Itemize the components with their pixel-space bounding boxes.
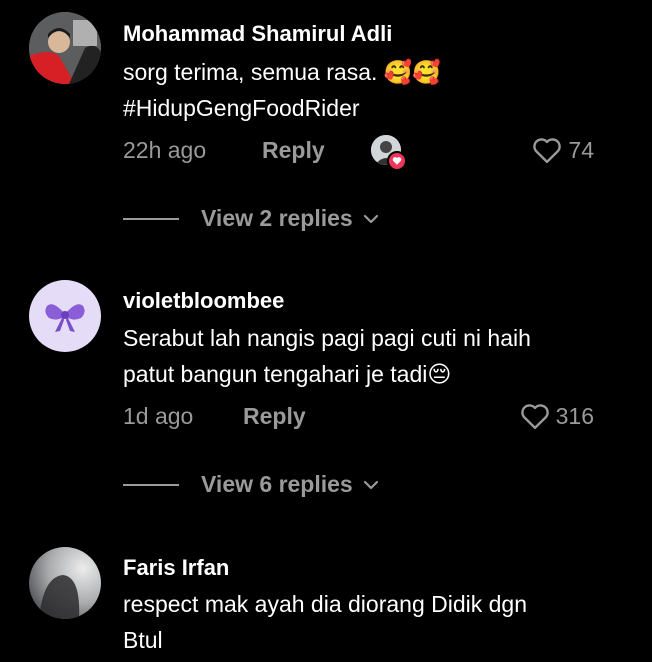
comment-timestamp: 22h ago xyxy=(123,137,207,163)
view-replies-button[interactable]: View 2 replies xyxy=(123,205,379,232)
heart-outline-icon xyxy=(520,404,549,430)
reply-button[interactable]: Reply xyxy=(243,403,306,430)
chevron-down-icon xyxy=(363,214,378,223)
view-replies-label: View 2 replies xyxy=(201,205,353,231)
reply-button[interactable]: Reply xyxy=(262,137,325,164)
like-button[interactable]: 74 xyxy=(532,136,594,164)
view-replies-button[interactable]: View 6 replies xyxy=(123,471,379,498)
comment-item: Faris Irfan respect mak ayah dia diorang… xyxy=(0,540,652,662)
heart-outline-icon xyxy=(533,138,562,164)
divider-line xyxy=(123,217,179,220)
view-replies-label: View 6 replies xyxy=(201,471,353,497)
comment-item: violetbloombee Serabut lah nangis pagi p… xyxy=(0,270,652,520)
purple-bow-emoji xyxy=(45,304,85,332)
like-count: 74 xyxy=(568,136,594,163)
comment-text-line: Btul xyxy=(123,627,163,653)
comment-text-line: respect mak ayah dia diorang Didik dgn xyxy=(123,591,528,617)
like-count: 316 xyxy=(555,402,594,429)
comment-text-line: patut bangun tengahari je tadi😔 xyxy=(123,361,452,387)
comment-text: Serabut lah nangis pagi pagi cuti ni hai… xyxy=(123,320,623,392)
chevron-down-icon xyxy=(363,480,378,489)
comment-text-line: sorg terima, semua rasa. 🥰🥰 xyxy=(123,59,442,85)
comment-author[interactable]: Faris Irfan xyxy=(123,555,229,581)
divider-line xyxy=(123,483,179,486)
comment-text-line: #HidupGengFoodRider xyxy=(123,95,360,121)
comment-item: Mohammad Shamirul Adli sorg terima, semu… xyxy=(0,0,652,250)
heart-badge-icon xyxy=(387,151,407,171)
comment-author[interactable]: Mohammad Shamirul Adli xyxy=(123,21,392,47)
comment-text: respect mak ayah dia diorang Didik dgn B… xyxy=(123,586,623,658)
avatar[interactable] xyxy=(29,547,101,619)
avatar[interactable] xyxy=(29,280,101,352)
like-button[interactable]: 316 xyxy=(520,402,594,430)
comment-text-line: Serabut lah nangis pagi pagi cuti ni hai… xyxy=(123,325,531,351)
avatar[interactable] xyxy=(29,12,101,84)
comment-timestamp: 1d ago xyxy=(123,403,194,429)
comment-author[interactable]: violetbloombee xyxy=(123,288,284,314)
comment-text: sorg terima, semua rasa. 🥰🥰 #HidupGengFo… xyxy=(123,54,623,126)
